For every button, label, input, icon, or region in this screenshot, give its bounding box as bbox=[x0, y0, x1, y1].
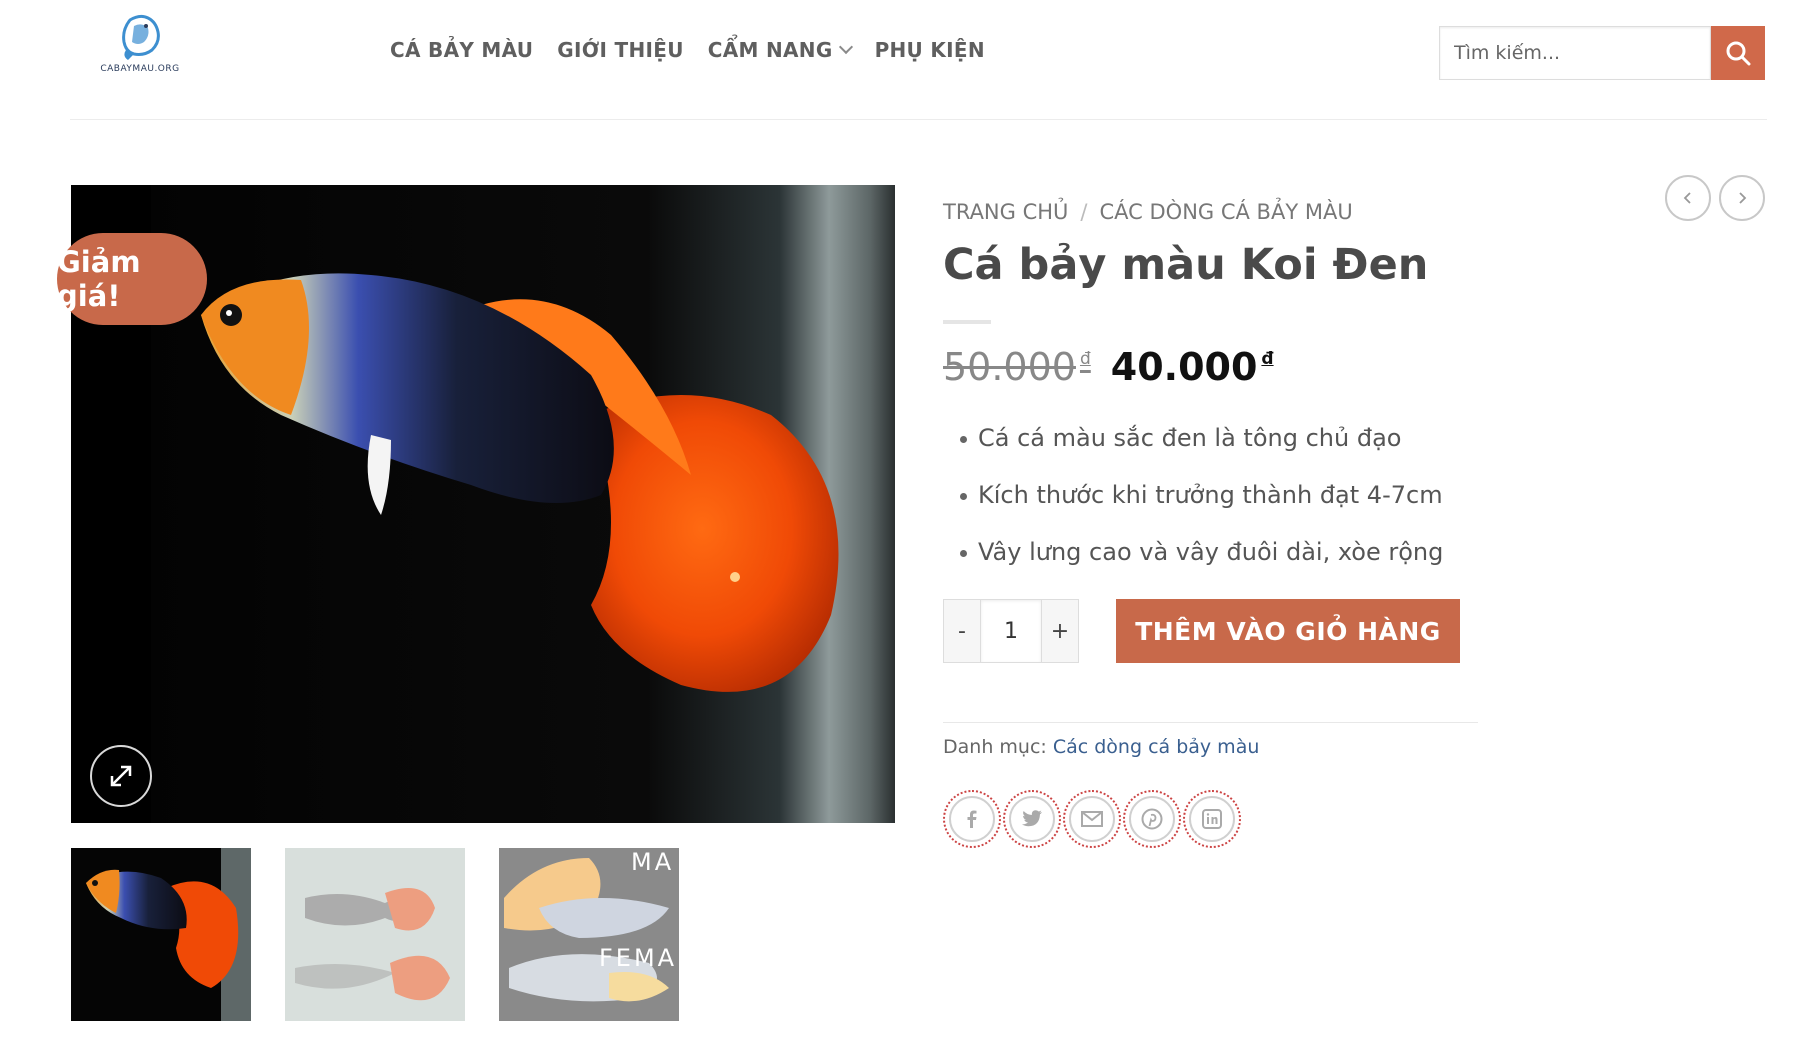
currency-symbol: đ bbox=[1261, 349, 1274, 369]
sale-price-value: 40.000 bbox=[1110, 345, 1258, 389]
nav-item-cam-nang[interactable]: CẨM NANG bbox=[707, 38, 853, 62]
search-input[interactable] bbox=[1439, 26, 1711, 80]
old-price: 50.000 đ bbox=[943, 345, 1091, 389]
expand-icon bbox=[110, 765, 132, 787]
add-to-cart-button[interactable]: THÊM VÀO GIỎ HÀNG bbox=[1116, 599, 1460, 663]
feature-item: Kích thước khi trưởng thành đạt 4-7cm bbox=[960, 467, 1443, 524]
pinterest-icon bbox=[1141, 808, 1163, 830]
search-form bbox=[1439, 26, 1765, 80]
feature-item: Vây lưng cao và vây đuôi dài, xòe rộng bbox=[960, 524, 1443, 581]
email-icon bbox=[1081, 811, 1103, 827]
share-twitter-button[interactable] bbox=[1003, 790, 1061, 848]
thumbnail-2[interactable] bbox=[285, 848, 465, 1021]
share-facebook-button[interactable] bbox=[943, 790, 1001, 848]
feature-list: Cá cá màu sắc đen là tông chủ đạo Kích t… bbox=[960, 410, 1443, 581]
thumbnail-1[interactable] bbox=[71, 848, 251, 1021]
quantity-stepper: - + bbox=[943, 599, 1079, 663]
zoom-button[interactable] bbox=[90, 745, 152, 807]
breadcrumb: TRANG CHỦ / CÁC DÒNG CÁ BẢY MÀU bbox=[943, 200, 1353, 224]
sale-badge: Giảm giá! bbox=[57, 233, 207, 325]
share-pinterest-button[interactable] bbox=[1123, 790, 1181, 848]
product-category: Danh mục: Các dòng cá bảy màu bbox=[943, 736, 1259, 758]
nav-item-phu-kien[interactable]: PHỤ KIỆN bbox=[875, 38, 985, 62]
chevron-left-icon bbox=[1683, 192, 1691, 204]
thumbnail-strip: MA FEMA bbox=[71, 848, 679, 1021]
currency-symbol: đ bbox=[1079, 349, 1091, 369]
twitter-icon bbox=[1021, 810, 1042, 827]
breadcrumb-home[interactable]: TRANG CHỦ bbox=[943, 200, 1068, 224]
sale-price: 40.000 đ bbox=[1111, 345, 1274, 389]
previous-product-button[interactable] bbox=[1665, 175, 1711, 221]
share-icons bbox=[943, 790, 1241, 848]
fish-logo-icon bbox=[122, 14, 160, 60]
meta-divider bbox=[943, 722, 1478, 723]
logo-text: CABAYMAU.ORG bbox=[100, 64, 180, 74]
nav-item-gioi-thieu[interactable]: GIỚI THIỆU bbox=[557, 38, 683, 62]
nav-label: PHỤ KIỆN bbox=[874, 38, 985, 62]
old-price-value: 50.000 bbox=[943, 345, 1076, 389]
category-label: Danh mục: bbox=[943, 736, 1047, 758]
feature-item: Cá cá màu sắc đen là tông chủ đạo bbox=[960, 410, 1443, 467]
price-block: 50.000 đ 40.000 đ bbox=[943, 345, 1274, 389]
quantity-input[interactable] bbox=[980, 600, 1042, 662]
share-linkedin-button[interactable] bbox=[1183, 790, 1241, 848]
breadcrumb-category[interactable]: CÁC DÒNG CÁ BẢY MÀU bbox=[1100, 200, 1353, 224]
nav-label: CẨM NANG bbox=[707, 38, 833, 62]
linkedin-icon bbox=[1202, 809, 1222, 829]
header-divider bbox=[70, 119, 1767, 120]
next-product-button[interactable] bbox=[1719, 175, 1765, 221]
product-title: Cá bảy màu Koi Đen bbox=[943, 240, 1429, 290]
share-email-button[interactable] bbox=[1063, 790, 1121, 848]
nav-label: CÁ BẢY MÀU bbox=[390, 38, 534, 62]
site-header: CABAYMAU.ORG CÁ BẢY MÀU GIỚI THIỆU CẨM N… bbox=[0, 0, 1812, 120]
site-logo[interactable]: CABAYMAU.ORG bbox=[100, 12, 180, 82]
main-nav: CÁ BẢY MÀU GIỚI THIỆU CẨM NANG PHỤ KIỆN bbox=[390, 38, 985, 62]
chevron-right-icon bbox=[1739, 192, 1747, 204]
thumbnail-3[interactable]: MA FEMA bbox=[499, 848, 679, 1021]
thumbnail-image bbox=[71, 848, 251, 1021]
category-link[interactable]: Các dòng cá bảy màu bbox=[1053, 736, 1260, 758]
thumbnail-image bbox=[285, 848, 465, 1021]
chevron-down-icon bbox=[838, 39, 853, 55]
search-button[interactable] bbox=[1711, 26, 1765, 80]
nav-item-ca-bay-mau[interactable]: CÁ BẢY MÀU bbox=[390, 38, 533, 62]
thumbnail-label-male: MA bbox=[631, 848, 675, 876]
search-icon bbox=[1726, 41, 1751, 66]
breadcrumb-separator: / bbox=[1080, 200, 1088, 224]
quantity-minus-button[interactable]: - bbox=[944, 600, 980, 662]
nav-label: GIỚI THIỆU bbox=[557, 38, 684, 62]
title-divider bbox=[943, 320, 991, 324]
quantity-plus-button[interactable]: + bbox=[1042, 600, 1078, 662]
thumbnail-label-female: FEMA bbox=[599, 944, 678, 972]
facebook-icon bbox=[967, 810, 977, 828]
product-nav-arrows bbox=[1665, 175, 1765, 221]
